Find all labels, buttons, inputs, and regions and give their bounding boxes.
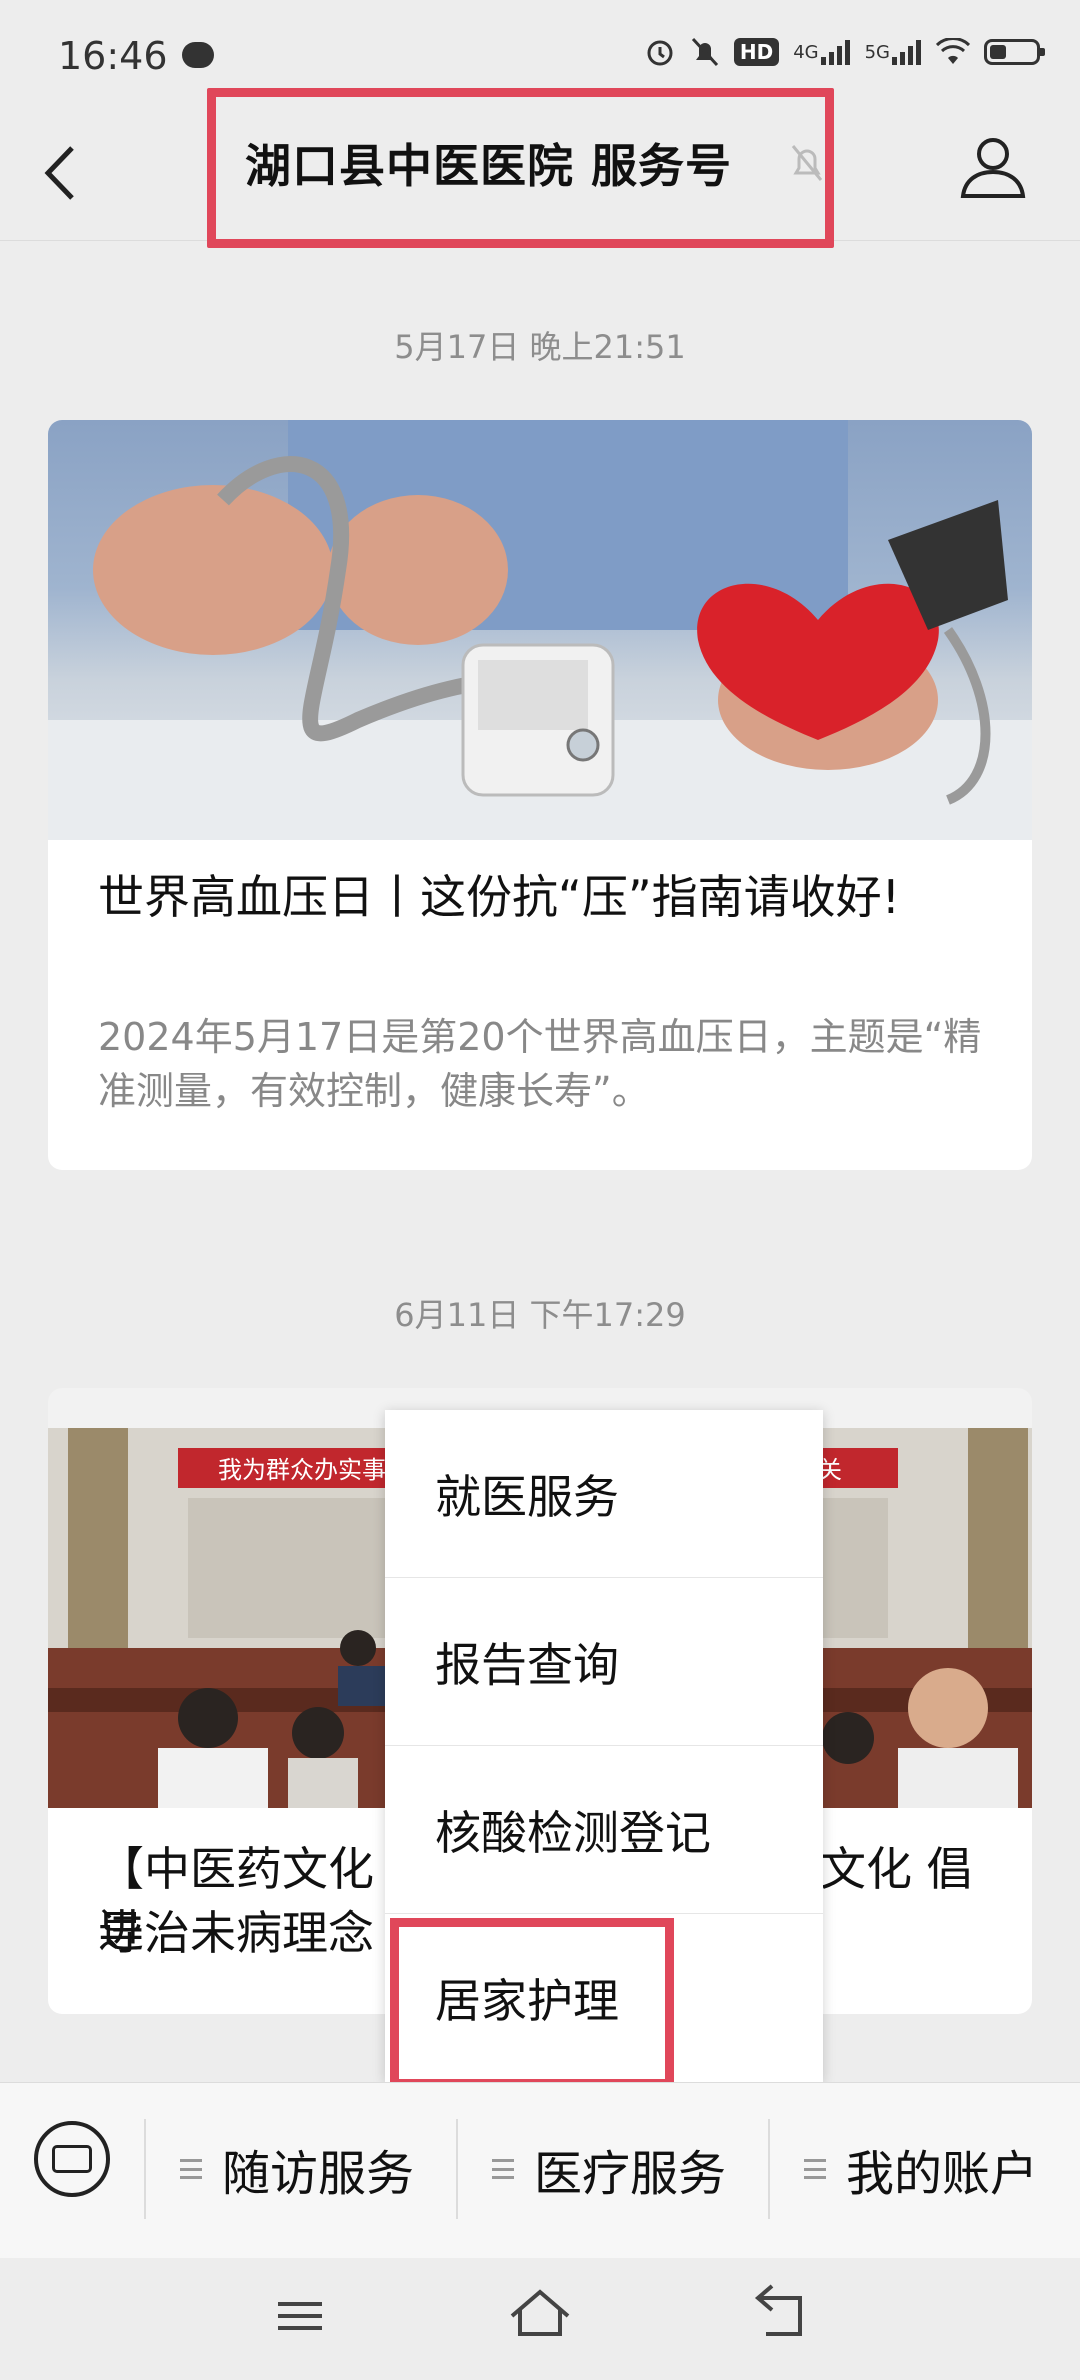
back-button[interactable] [40, 138, 100, 218]
bottom-menu-bar: 随访服务 医疗服务 我的账户 [0, 2082, 1080, 2259]
status-time: 16:46 [58, 34, 168, 78]
home-icon[interactable] [510, 2289, 570, 2336]
menu-lines-icon [180, 2159, 202, 2179]
article-digest: 2024年5月17日是第20个世界高血压日，主题是“精准测量，有效控制，健康长寿… [98, 1015, 982, 1113]
signal-5g-icon: 5G [865, 39, 922, 65]
home-care-highlight-box [390, 1918, 674, 2088]
article-title-right: 文化 倡 [820, 1842, 973, 1896]
menu-medical-service[interactable]: 医疗服务 [492, 2119, 726, 2219]
system-nav-bar [0, 2258, 1080, 2376]
status-icons: HD 4G 5G [644, 36, 1045, 68]
profile-button[interactable] [960, 136, 1026, 202]
message-date: 6月11日 下午17:29 [394, 1296, 686, 1334]
menu-follow-up-service[interactable]: 随访服务 [180, 2119, 414, 2219]
hd-icon: HD [733, 38, 780, 66]
back-nav-icon[interactable] [754, 2284, 802, 2336]
message-date: 5月17日 晚上21:51 [394, 328, 686, 366]
page-title: 湖口县中医医院 服务号 [245, 139, 733, 193]
keyboard-toggle-button[interactable] [34, 2121, 110, 2197]
article-title: 世界高血压日丨这份抗“压”指南请收好! [98, 870, 901, 924]
menu-label: 我的账户 [846, 2146, 1039, 2202]
message-notification-icon [182, 42, 214, 68]
alarm-icon [644, 36, 676, 68]
keyboard-icon [52, 2145, 92, 2173]
signal-4g-icon: 4G [793, 39, 850, 65]
menu-item-medical-service[interactable]: 就医服务 [385, 1410, 823, 1578]
banner-text: 我为群众办实事 [218, 1456, 386, 1484]
menu-label: 随访服务 [222, 2146, 415, 2202]
menu-item-report-query[interactable]: 报告查询 [385, 1578, 823, 1746]
article-card[interactable]: 世界高血压日丨这份抗“压”指南请收好! 2024年5月17日是第20个世界高血压… [48, 420, 1032, 1170]
wifi-icon [936, 38, 970, 66]
divider [144, 2119, 146, 2219]
article-title-line2: 导治未病理念 [98, 1906, 374, 1960]
divider [768, 2119, 770, 2219]
menu-item-nucleic-test-registration[interactable]: 核酸检测登记 [385, 1746, 823, 1914]
menu-my-account[interactable]: 我的账户 [804, 2119, 1038, 2219]
menu-icon[interactable] [278, 2302, 322, 2330]
article-image [48, 420, 1032, 840]
menu-label: 医疗服务 [534, 2146, 727, 2202]
menu-lines-icon [804, 2159, 826, 2179]
person-icon [960, 138, 1026, 198]
mute-icon [690, 36, 720, 68]
battery-icon [984, 39, 1045, 65]
menu-lines-icon [492, 2159, 514, 2179]
divider [456, 2119, 458, 2219]
bell-off-icon [790, 143, 824, 187]
